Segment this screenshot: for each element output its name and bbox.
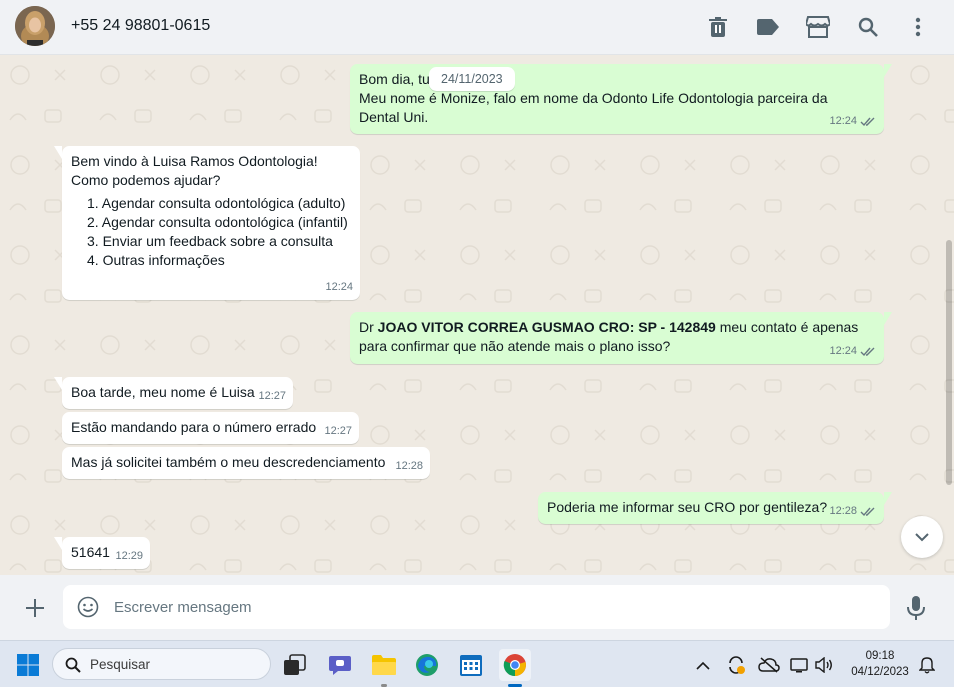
bubble-tail — [884, 312, 892, 325]
microphone-icon — [907, 596, 925, 620]
list-item: 3. Enviar um feedback sobre a consulta — [87, 233, 333, 249]
edge-icon[interactable] — [411, 649, 443, 681]
message-meta: 12:24 — [325, 278, 353, 297]
message-time: 12:24 — [325, 281, 353, 293]
bubble-tail — [54, 146, 62, 159]
message-incoming[interactable]: Estão mandando para o número errado 12:2… — [62, 412, 359, 444]
read-ticks-icon — [860, 347, 875, 357]
contact-name[interactable]: +55 24 98801-0615 — [71, 17, 210, 35]
bubble-tail — [884, 492, 892, 505]
message-text: Boa tarde, meu nome é Luisa — [71, 384, 255, 400]
message-meta: 12:27 — [324, 422, 352, 441]
chevron-down-icon — [915, 533, 929, 542]
message-prefix: Dr — [359, 319, 378, 335]
list-item: 2. Agendar consulta odontológica (infant… — [87, 214, 348, 230]
system-clock[interactable]: 09:18 04/12/2023 — [849, 648, 911, 680]
message-box — [63, 585, 890, 629]
message-text: Estão mandando para o número errado — [71, 419, 317, 435]
message-input[interactable] — [114, 585, 874, 629]
read-ticks-icon — [860, 507, 875, 517]
message-time: 12:24 — [829, 115, 857, 127]
file-explorer-icon[interactable] — [368, 649, 400, 681]
taskbar-search-label: Pesquisar — [90, 657, 151, 672]
message-time: 12:28 — [829, 505, 857, 517]
onedrive-icon[interactable] — [754, 649, 784, 681]
emoji-button[interactable] — [77, 596, 99, 618]
message-time: 12:27 — [258, 390, 286, 402]
message-incoming[interactable]: Mas já solicitei também o meu descredenc… — [62, 447, 430, 479]
list-item: 1. Agendar consulta odontológica (adulto… — [87, 195, 346, 211]
sync-icon[interactable] — [721, 649, 751, 681]
composer-bar — [0, 575, 954, 640]
message-meta: 12:29 — [115, 547, 143, 566]
microphone-button[interactable] — [906, 595, 930, 621]
message-outgoing[interactable]: Poderia me informar seu CRO por gentilez… — [538, 492, 892, 524]
emoji-icon — [77, 596, 99, 618]
message-outgoing[interactable]: Dr JOAO VITOR CORREA GUSMAO CRO: SP - 14… — [350, 312, 892, 364]
search-icon[interactable] — [854, 13, 882, 41]
message-text: Mas já solicitei também o meu descredenc… — [71, 454, 386, 470]
message-text: para confirmar que não atende mais o pla… — [359, 338, 671, 354]
date-separator: 24/11/2023 — [429, 67, 515, 91]
message-suffix: meu contato é apenas — [715, 319, 859, 335]
windows-start-icon[interactable] — [12, 649, 44, 681]
message-text: Meu nome é Monize, falo em nome da Odont… — [359, 90, 828, 106]
message-time: 12:27 — [324, 425, 352, 437]
clock-date: 04/12/2023 — [851, 666, 909, 678]
read-ticks-icon — [860, 117, 875, 127]
message-meta: 12:24 — [829, 112, 876, 131]
notification-bell-icon[interactable] — [914, 649, 940, 681]
message-list[interactable]: Bom dia, tu Meu nome é Monize, falo em n… — [0, 55, 954, 575]
message-text: Dr JOAO VITOR CORREA GUSMAO CRO: SP - 14… — [359, 318, 875, 337]
message-meta: 12:27 — [258, 387, 286, 406]
message-incoming[interactable]: Bem vindo à Luisa Ramos Odontologia! Com… — [54, 146, 360, 300]
chrome-icon[interactable] — [499, 649, 531, 681]
contact-avatar[interactable] — [15, 6, 55, 46]
label-icon[interactable] — [754, 13, 782, 41]
message-incoming[interactable]: 51641 12:29 — [54, 537, 150, 569]
attach-button[interactable] — [22, 595, 48, 621]
taskbar-search[interactable]: Pesquisar — [52, 648, 271, 680]
bubble-tail — [54, 537, 62, 550]
search-icon — [65, 657, 81, 673]
clock-time: 09:18 — [865, 650, 895, 662]
bubble-tail — [884, 64, 892, 77]
trash-icon[interactable] — [704, 13, 732, 41]
scrollbar-thumb[interactable] — [946, 240, 952, 485]
teams-chat-icon[interactable] — [324, 649, 356, 681]
bubble-tail — [54, 377, 62, 390]
options-list: 1. Agendar consulta odontológica (adulto… — [71, 194, 351, 270]
chat-header: +55 24 98801-0615 — [0, 0, 954, 55]
message-time: 12:24 — [829, 345, 857, 357]
os-taskbar: Pesquisar 09:18 04/12/2023 — [0, 640, 954, 687]
message-meta: 12:28 — [395, 457, 423, 476]
message-text: Como podemos ajudar? — [71, 172, 221, 188]
store-icon[interactable] — [804, 13, 832, 41]
message-meta: 12:28 — [829, 502, 876, 521]
message-meta: 12:24 — [829, 342, 876, 361]
scroll-to-bottom-button[interactable] — [901, 516, 943, 558]
list-item: 4. Outras informações — [87, 252, 225, 268]
message-text: Poderia me informar seu CRO por gentilez… — [547, 499, 828, 515]
message-time: 12:28 — [395, 460, 423, 472]
chevron-up-icon[interactable] — [688, 649, 718, 681]
calendar-icon[interactable] — [455, 649, 487, 681]
plus-icon — [26, 599, 44, 617]
message-text: Dental Uni. — [359, 109, 429, 125]
message-time: 12:29 — [115, 550, 143, 562]
more-icon[interactable] — [904, 13, 932, 41]
monitor-icon[interactable] — [786, 649, 812, 681]
message-text: Bem vindo à Luisa Ramos Odontologia! — [71, 153, 318, 169]
task-view-icon[interactable] — [279, 649, 311, 681]
message-bold-text: JOAO VITOR CORREA GUSMAO CRO: SP - 14284… — [377, 319, 716, 335]
speaker-icon[interactable] — [811, 649, 837, 681]
message-incoming[interactable]: Boa tarde, meu nome é Luisa 12:27 — [54, 377, 293, 409]
